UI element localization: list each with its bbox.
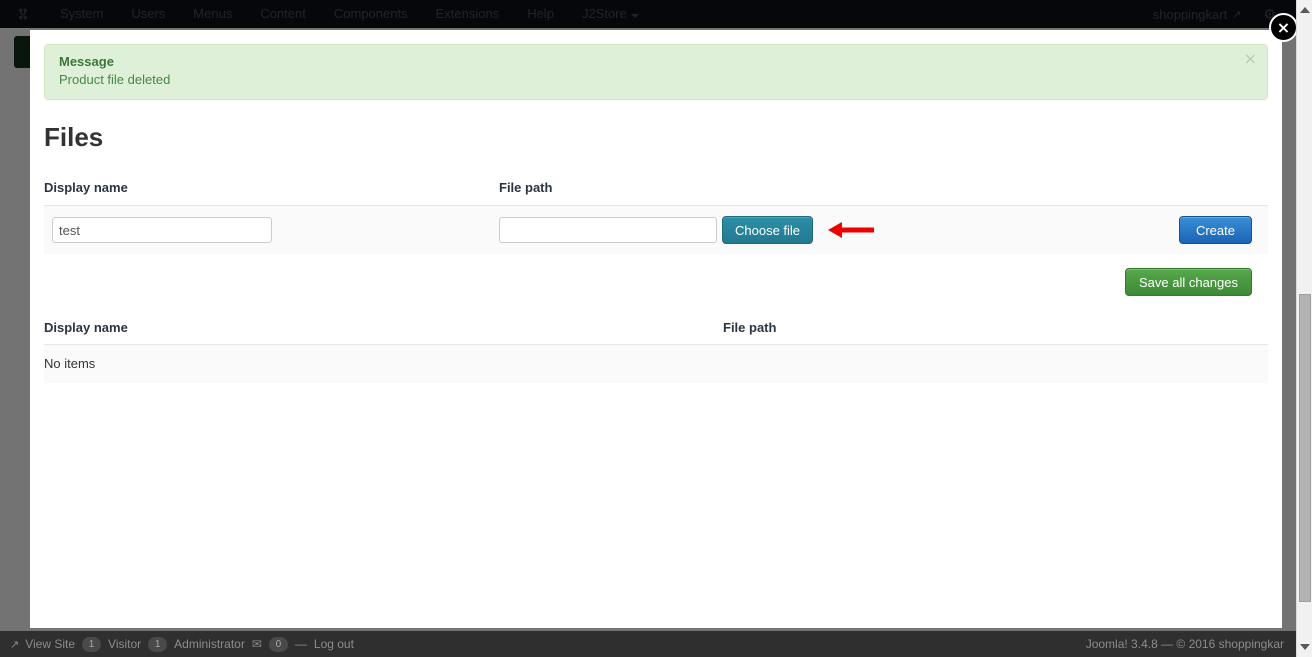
- modal-body: Message Product file deleted × Files Dis…: [30, 30, 1282, 628]
- choose-file-button[interactable]: Choose file: [722, 216, 814, 245]
- display-name-label: Display name: [44, 180, 128, 196]
- empty-state-label: No items: [44, 344, 1268, 384]
- create-button-cell: Create: [1178, 216, 1268, 245]
- status-bar: ↗ View Site 1 Visitor 1 Administrator ✉ …: [0, 631, 1312, 657]
- visitor-count-badge: 1: [82, 636, 102, 652]
- scrollbar-thumb[interactable]: [1299, 294, 1311, 602]
- success-alert: Message Product file deleted ×: [44, 44, 1268, 100]
- save-bar: Save all changes: [44, 254, 1268, 297]
- alert-title: Message: [59, 54, 114, 69]
- status-separator: —: [294, 637, 307, 651]
- files-table-body: No items: [44, 344, 1268, 384]
- form-header-display-name: Display name: [44, 179, 499, 197]
- display-name-input[interactable]: [52, 217, 272, 244]
- external-link-icon: ↗: [10, 638, 20, 651]
- files-table: Display name File path No items: [44, 320, 1268, 384]
- messages-count-badge: 0: [268, 636, 288, 652]
- vertical-scrollbar[interactable]: [1296, 0, 1312, 657]
- scroll-down-arrow-icon[interactable]: [1297, 639, 1312, 655]
- scroll-up-arrow-icon[interactable]: [1297, 2, 1312, 18]
- view-site-link[interactable]: ↗ View Site: [10, 637, 75, 651]
- view-site-label: View Site: [25, 637, 76, 651]
- files-table-head: Display name File path: [44, 320, 1268, 345]
- logout-link[interactable]: Log out: [314, 637, 354, 651]
- files-table-header-row: Display name File path: [44, 320, 1268, 345]
- table-row: No items: [44, 344, 1268, 384]
- page-title: Files: [44, 122, 104, 152]
- form-header-file-path: File path: [499, 179, 1268, 197]
- administrator-label: Administrator: [174, 637, 245, 651]
- display-name-cell: [44, 217, 499, 244]
- column-header-display-name: Display name: [44, 320, 128, 336]
- alert-close-icon[interactable]: ×: [1244, 51, 1257, 67]
- new-file-form-row: Choose file Create: [44, 205, 1268, 255]
- alert-message: Product file deleted: [59, 72, 171, 87]
- status-bar-left: ↗ View Site 1 Visitor 1 Administrator ✉ …: [10, 636, 354, 652]
- file-path-input[interactable]: [499, 217, 717, 244]
- column-header-file-path: File path: [723, 320, 777, 336]
- administrator-count-badge: 1: [148, 636, 168, 652]
- app-root: System Users Menus Content Components Ex…: [0, 0, 1312, 657]
- create-button[interactable]: Create: [1178, 216, 1252, 245]
- left-arrow-annotation: [828, 221, 875, 239]
- file-path-cell: Choose file Create: [499, 216, 1268, 245]
- file-path-label: File path: [499, 180, 553, 196]
- envelope-icon[interactable]: ✉: [252, 637, 262, 651]
- close-circle-icon[interactable]: ×: [1269, 13, 1298, 42]
- visitor-label: Visitor: [108, 637, 142, 651]
- files-modal: Message Product file deleted × Files Dis…: [30, 30, 1282, 628]
- copyright-text: Joomla! 3.4.8 — © 2016 shoppingkar: [1085, 637, 1284, 651]
- form-header-row: Display name File path: [44, 179, 1268, 205]
- save-all-changes-button[interactable]: Save all changes: [1124, 268, 1252, 297]
